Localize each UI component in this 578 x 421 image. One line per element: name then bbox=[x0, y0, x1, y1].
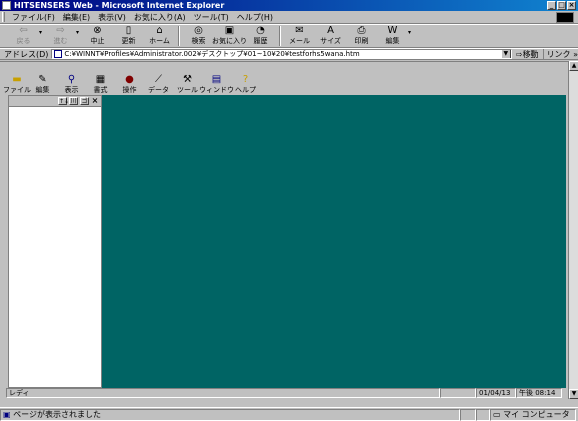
windows-logo-throbber bbox=[556, 12, 574, 23]
forward-arrow-icon: ⇨ bbox=[56, 25, 65, 36]
my-computer-icon: ▭ bbox=[493, 409, 501, 419]
minimize-button[interactable]: _ bbox=[547, 1, 556, 10]
menu-tools[interactable]: ツール(T) bbox=[190, 12, 233, 23]
history-button[interactable]: ◔ 履歴 bbox=[245, 25, 276, 48]
panel-header: ↑↓ 川 ゴ × bbox=[9, 96, 101, 107]
app-menu-format[interactable]: ▦ 書式 bbox=[86, 74, 115, 96]
address-input[interactable]: C:¥WINNT¥Profiles¥Administrator.002¥デスクト… bbox=[51, 49, 512, 59]
links-button[interactable]: リンク » bbox=[542, 48, 578, 60]
word-edit-icon: W bbox=[387, 25, 398, 36]
go-arrow-icon: ⇨ bbox=[515, 49, 523, 59]
app-status-bar: レディ 01/04/13 午後 08:14 bbox=[6, 388, 568, 398]
home-icon: ⌂ bbox=[156, 25, 163, 36]
panel-view-button[interactable]: 川 bbox=[69, 97, 78, 105]
status-bar: ▣ ページが表示されました ▭ マイ コンピュータ bbox=[0, 407, 578, 421]
app-menu-window[interactable]: ▤ ウィンドウ bbox=[199, 74, 234, 96]
app-menu-edit[interactable]: ✎ 編集 bbox=[28, 74, 57, 96]
search-icon: ◎ bbox=[194, 25, 203, 36]
menu-edit[interactable]: 編集(E) bbox=[59, 12, 94, 23]
help-icon: ? bbox=[242, 74, 249, 85]
browser-toolbar: ⇦ 戻る ▾ ⇨ 進む ▾ ⊗ 中止 ▯ 更新 ⌂ ホーム ◎ 検索 ▣ お気に… bbox=[0, 24, 578, 48]
mail-icon: ✉ bbox=[295, 25, 304, 36]
status-zone: マイ コンピュータ bbox=[503, 409, 570, 419]
history-icon: ◔ bbox=[256, 25, 265, 36]
status-secure-cell bbox=[476, 408, 490, 421]
content-bottom-border bbox=[0, 399, 578, 407]
page-icon bbox=[54, 50, 63, 58]
page-done-icon: ▣ bbox=[3, 409, 11, 419]
home-button[interactable]: ⌂ ホーム bbox=[144, 25, 175, 48]
app-menu-help[interactable]: ? ヘルプ bbox=[231, 74, 260, 96]
address-url: C:¥WINNT¥Profiles¥Administrator.002¥デスクト… bbox=[64, 50, 360, 58]
printer-icon: ⎙ bbox=[357, 25, 366, 36]
wrench-icon: ⚒ bbox=[183, 74, 192, 85]
print-button[interactable]: ⎙ 印刷 bbox=[346, 25, 377, 48]
data-icon: ⟋ bbox=[155, 74, 162, 85]
magnifier-icon: ⚲ bbox=[67, 74, 76, 85]
app-status-time: 午後 08:14 bbox=[516, 388, 562, 398]
scroll-up-icon[interactable]: ▲ bbox=[569, 61, 578, 71]
status-zone-cell: ▭ マイ コンピュータ bbox=[490, 408, 576, 421]
folder-icon: ▬ bbox=[12, 74, 22, 85]
maximize-button[interactable]: □ bbox=[557, 1, 566, 10]
main-pane[interactable] bbox=[102, 95, 566, 388]
text-size-icon: A bbox=[327, 25, 334, 36]
panel-option-button[interactable]: ゴ bbox=[80, 97, 89, 105]
go-button[interactable]: ⇨移動 bbox=[512, 49, 543, 60]
status-text: ページが表示されました bbox=[13, 409, 101, 419]
back-arrow-icon: ⇦ bbox=[19, 25, 28, 36]
app-menu-operation[interactable]: ● 操作 bbox=[115, 74, 144, 96]
stop-button[interactable]: ⊗ 中止 bbox=[82, 25, 113, 48]
close-button[interactable]: × bbox=[567, 1, 576, 10]
app-status-date: 01/04/13 bbox=[476, 388, 516, 398]
app-menu-view[interactable]: ⚲ 表示 bbox=[57, 74, 86, 96]
toolbar-separator bbox=[178, 26, 180, 46]
window-title: HITSENSERS Web - Microsoft Internet Expl… bbox=[14, 1, 225, 10]
address-bar: アドレス(D) C:¥WINNT¥Profiles¥Administrator.… bbox=[0, 48, 578, 60]
scroll-down-icon[interactable]: ▼ bbox=[569, 389, 578, 399]
operation-icon: ● bbox=[125, 74, 134, 85]
status-progress-cell bbox=[460, 408, 476, 421]
vertical-scrollbar[interactable]: ▲ ▼ bbox=[568, 61, 578, 399]
window-icon: ▤ bbox=[211, 74, 222, 85]
toolbar-separator bbox=[279, 26, 281, 46]
address-label: アドレス(D) bbox=[4, 49, 49, 59]
favorites-icon: ▣ bbox=[224, 25, 235, 36]
app-menu-data[interactable]: ⟋ データ bbox=[144, 74, 173, 96]
app-status-text: レディ bbox=[6, 388, 440, 398]
panel-close-icon[interactable]: × bbox=[91, 97, 99, 105]
app-toolbar: ▬ ファイル ✎ 編集 ⚲ 表示 ▦ 書式 ● 操作 ⟋ データ ⚒ ツール ▤ bbox=[3, 74, 306, 96]
menu-file[interactable]: ファイル(F) bbox=[8, 12, 59, 23]
refresh-icon: ▯ bbox=[125, 25, 132, 36]
status-text-cell: ▣ ページが表示されました bbox=[0, 408, 460, 421]
menu-help[interactable]: ヘルプ(H) bbox=[233, 12, 277, 23]
text-size-button[interactable]: A サイズ bbox=[315, 25, 346, 48]
search-button[interactable]: ◎ 検索 bbox=[183, 25, 214, 48]
favorites-button[interactable]: ▣ お気に入り bbox=[212, 25, 247, 48]
menu-bar: ファイル(F) 編集(E) 表示(V) お気に入り(A) ツール(T) ヘルプ(… bbox=[0, 11, 578, 24]
ie-icon bbox=[2, 1, 11, 10]
mail-button[interactable]: ✉ メール bbox=[284, 25, 315, 48]
app-menu-tools[interactable]: ⚒ ツール bbox=[173, 74, 202, 96]
app-status-empty bbox=[440, 388, 476, 398]
pencil-icon: ✎ bbox=[38, 74, 47, 85]
title-bar: HITSENSERS Web - Microsoft Internet Expl… bbox=[0, 0, 578, 11]
refresh-button[interactable]: ▯ 更新 bbox=[113, 25, 144, 48]
edit-button[interactable]: W 編集 bbox=[377, 25, 408, 48]
menu-grip bbox=[2, 12, 5, 22]
app-menu-file[interactable]: ▬ ファイル bbox=[3, 74, 31, 96]
back-button[interactable]: ⇦ 戻る bbox=[8, 25, 39, 48]
panel-sort-button[interactable]: ↑↓ bbox=[58, 97, 69, 105]
format-icon: ▦ bbox=[95, 74, 106, 85]
page-content: ▬ ファイル ✎ 編集 ⚲ 表示 ▦ 書式 ● 操作 ⟋ データ ⚒ ツール ▤ bbox=[0, 61, 568, 399]
menu-favorites[interactable]: お気に入り(A) bbox=[130, 12, 190, 23]
address-dropdown-icon[interactable]: ▼ bbox=[500, 50, 511, 58]
menu-view[interactable]: 表示(V) bbox=[94, 12, 130, 23]
edit-dropdown-icon[interactable]: ▾ bbox=[408, 29, 414, 36]
left-panel: ↑↓ 川 ゴ × bbox=[8, 95, 102, 388]
stop-icon: ⊗ bbox=[93, 25, 102, 36]
forward-button[interactable]: ⇨ 進む bbox=[45, 25, 76, 48]
